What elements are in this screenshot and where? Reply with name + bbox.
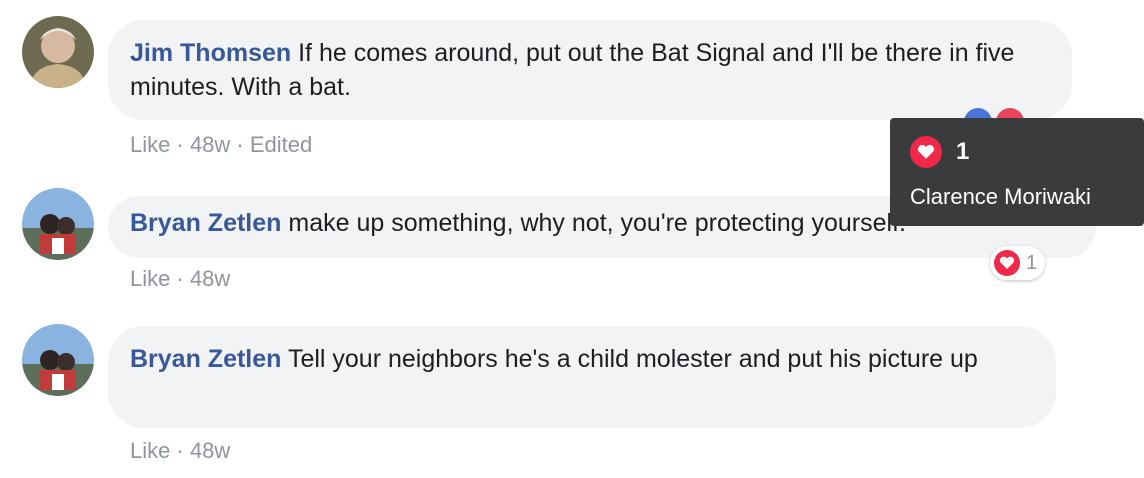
heart-icon bbox=[994, 250, 1020, 276]
separator: · bbox=[176, 266, 184, 291]
comment-actions: Like · 48w · Edited bbox=[130, 132, 312, 158]
comment-author[interactable]: Bryan Zetlen bbox=[130, 209, 281, 237]
comment-age[interactable]: 48w bbox=[190, 132, 230, 157]
separator: · bbox=[176, 438, 184, 463]
avatar[interactable] bbox=[22, 324, 94, 396]
comment-bubble: Jim Thomsen If he comes around, put out … bbox=[108, 20, 1072, 120]
comment-bubble: Bryan Zetlen Tell your neighbors he's a … bbox=[108, 326, 1056, 428]
comment-age[interactable]: 48w bbox=[190, 438, 230, 463]
avatar[interactable] bbox=[22, 16, 94, 88]
tooltip-count: 1 bbox=[956, 138, 970, 165]
edited-label[interactable]: Edited bbox=[250, 132, 312, 157]
heart-icon bbox=[910, 136, 942, 168]
comment-actions: Like · 48w bbox=[130, 438, 230, 464]
comment-age[interactable]: 48w bbox=[190, 266, 230, 291]
like-button[interactable]: Like bbox=[130, 266, 170, 291]
comment-text: make up something, why not, you're prote… bbox=[288, 209, 906, 237]
avatar[interactable] bbox=[22, 188, 94, 260]
comment-text: Tell your neighbors he's a child moleste… bbox=[287, 345, 978, 373]
tooltip-names: Clarence Moriwaki bbox=[910, 184, 1091, 209]
comment-author[interactable]: Jim Thomsen bbox=[130, 39, 291, 67]
like-button[interactable]: Like bbox=[130, 132, 170, 157]
comment-actions: Like · 48w bbox=[130, 266, 230, 292]
comment-author[interactable]: Bryan Zetlen bbox=[130, 345, 281, 373]
like-button[interactable]: Like bbox=[130, 438, 170, 463]
separator: · bbox=[236, 132, 244, 157]
tooltip-header: 1 bbox=[910, 136, 969, 168]
reaction-badge[interactable]: 1 bbox=[990, 246, 1046, 280]
separator: · bbox=[176, 132, 184, 157]
reaction-count: 1 bbox=[1026, 251, 1038, 274]
reaction-tooltip: 1 Clarence Moriwaki bbox=[890, 118, 1144, 226]
